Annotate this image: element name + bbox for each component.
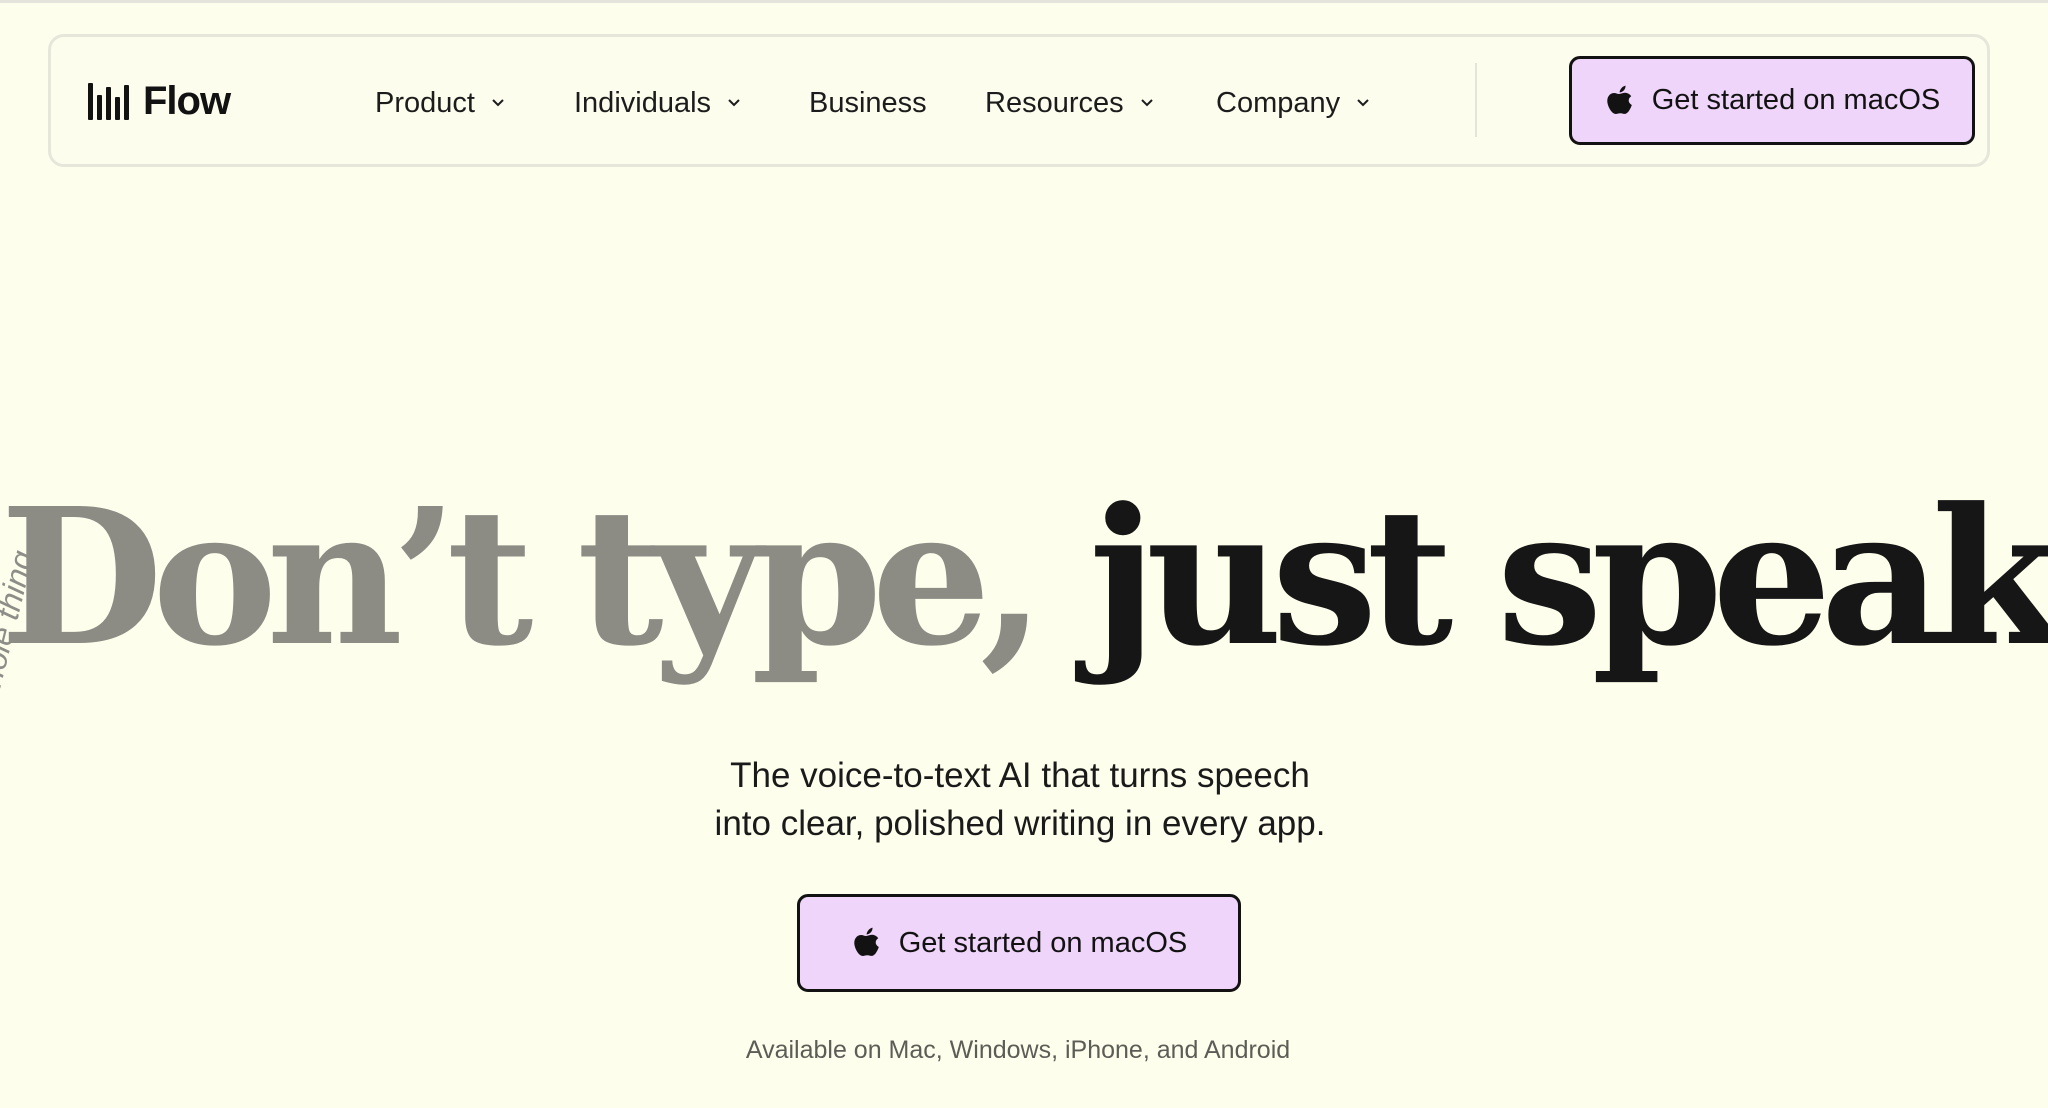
hero-subtitle: The voice-to-text AI that turns speech i… bbox=[0, 752, 2040, 848]
landing-page: Flow Product Individuals Business Resour… bbox=[0, 0, 2048, 1108]
apple-logo-icon bbox=[1607, 85, 1632, 114]
apple-logo-icon bbox=[854, 927, 879, 956]
nav-item-individuals[interactable]: Individuals bbox=[574, 83, 741, 123]
waveform-bars-icon bbox=[88, 83, 129, 120]
get-started-macos-button[interactable]: Get started on macOS bbox=[1569, 56, 1975, 145]
nav-item-product[interactable]: Product bbox=[375, 83, 505, 123]
subtitle-line: The voice-to-text AI that turns speech bbox=[730, 756, 1310, 795]
chevron-down-icon bbox=[1140, 99, 1153, 107]
platform-availability-text: Available on Mac, Windows, iPhone, and A… bbox=[745, 1036, 1291, 1064]
brand-name: Flow bbox=[143, 79, 231, 123]
chevron-down-icon bbox=[728, 99, 740, 107]
subtitle-line: into clear, polished writing in every ap… bbox=[714, 804, 1326, 843]
hero-headline: Don’t type, just speak bbox=[0, 478, 2048, 678]
nav-item-label: Company bbox=[1216, 86, 1341, 119]
nav-item-label: Business bbox=[809, 86, 927, 119]
cta-label: Get started on macOS bbox=[898, 926, 1188, 959]
headline-part-dark: just speak bbox=[1088, 467, 2048, 688]
hero-get-started-macos-button[interactable]: Get started on macOS bbox=[797, 894, 1241, 992]
nav-divider bbox=[1475, 63, 1477, 137]
chevron-down-icon bbox=[1357, 99, 1369, 107]
nav-item-label: Individuals bbox=[574, 86, 712, 119]
top-navigation-bar: Flow Product Individuals Business Resour… bbox=[48, 34, 1990, 167]
nav-item-label: Product bbox=[375, 86, 475, 119]
nav-item-company[interactable]: Company bbox=[1216, 83, 1370, 123]
nav-item-resources[interactable]: Resources bbox=[985, 83, 1154, 123]
browser-top-rule bbox=[0, 0, 2048, 3]
headline-part-grey: Don’t type, bbox=[0, 467, 1089, 688]
nav-item-business[interactable]: Business bbox=[809, 83, 927, 123]
nav-item-label: Resources bbox=[985, 86, 1124, 119]
cta-label: Get started on macOS bbox=[1651, 84, 1941, 116]
chevron-down-icon bbox=[492, 99, 504, 107]
brand-logo-link[interactable]: Flow bbox=[87, 79, 231, 123]
